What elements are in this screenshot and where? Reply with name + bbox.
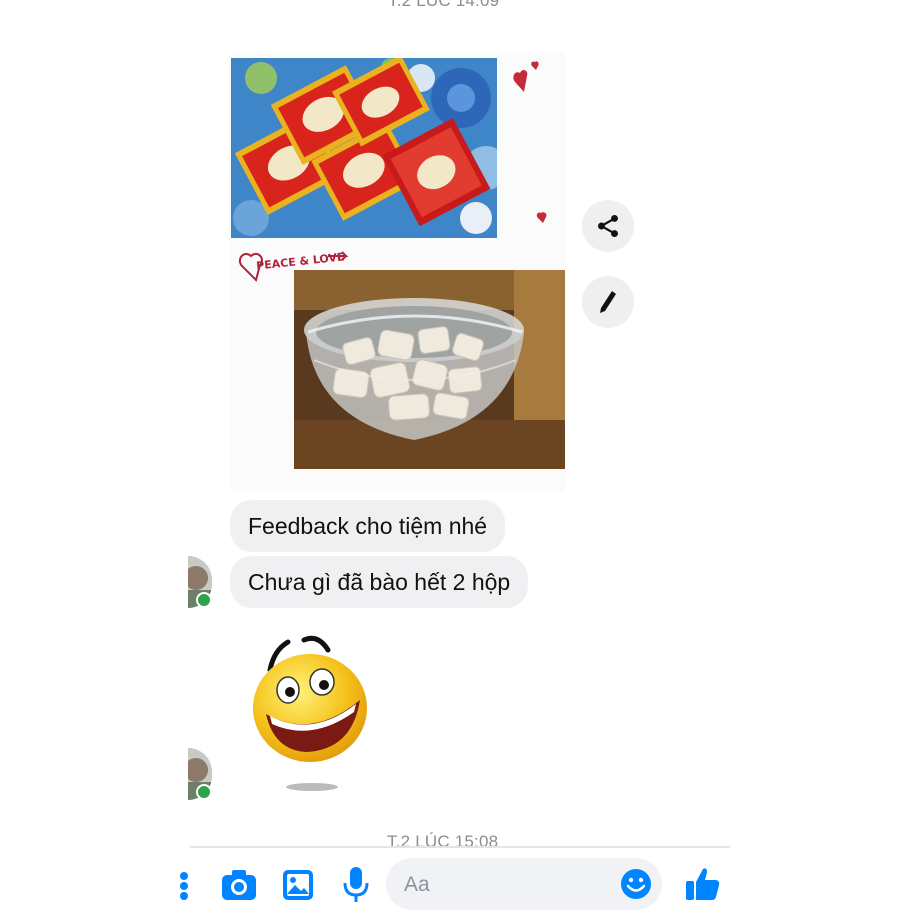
more-actions-button[interactable] (180, 866, 196, 904)
photo-gift-boxes[interactable] (231, 58, 497, 238)
edit-button[interactable] (582, 276, 634, 328)
thumbs-up-icon (686, 868, 720, 900)
online-status-indicator (196, 592, 212, 608)
camera-button[interactable] (221, 868, 257, 907)
message-bubble[interactable]: Feedback cho tiệm nhé (230, 500, 506, 552)
timestamp-top: T.2 LÚC 14:09 (388, 0, 500, 10)
voice-button[interactable] (343, 866, 369, 909)
share-button[interactable] (582, 200, 634, 252)
camera-icon (222, 870, 256, 900)
small-heart-icon (536, 212, 547, 223)
apps-icon (180, 872, 188, 900)
composer-divider (190, 846, 730, 848)
smiley-icon[interactable] (620, 868, 652, 900)
heart-decoration-icon (513, 61, 539, 92)
share-icon (598, 214, 618, 238)
pencil-icon (600, 291, 616, 313)
image-icon (283, 870, 313, 900)
microphone-icon (343, 867, 369, 902)
timestamp-bottom: T.2 LÚC 15:08 (387, 832, 499, 846)
message-bubble[interactable]: Chưa gì đã bào hết 2 hộp (230, 556, 529, 608)
photo-candy-bowl[interactable] (294, 270, 565, 469)
message-input-container[interactable] (386, 858, 662, 910)
like-button[interactable] (685, 866, 721, 907)
laughing-emoji-sticker[interactable] (252, 632, 372, 792)
gallery-button[interactable] (282, 869, 314, 906)
message-input[interactable] (402, 870, 606, 900)
online-status-indicator (196, 784, 212, 800)
